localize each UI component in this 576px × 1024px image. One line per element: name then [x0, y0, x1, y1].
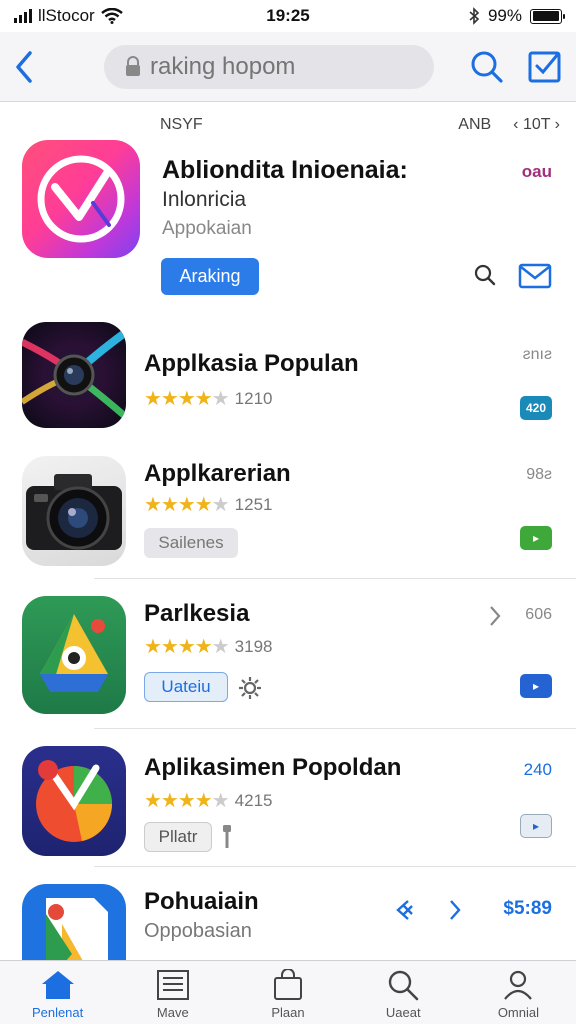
- rating-count: 3198: [234, 636, 273, 656]
- gear-icon[interactable]: [238, 676, 262, 700]
- app-action-button[interactable]: Sailenes: [144, 528, 238, 558]
- featured-get-button[interactable]: Araking: [161, 258, 259, 295]
- search-icon[interactable]: [474, 264, 496, 286]
- featured-header-mid: ANB: [458, 116, 492, 133]
- compose-icon[interactable]: [528, 50, 562, 84]
- list-item[interactable]: Applkarerian ★★★★★ 1251 Sailenes 98ƨ ▸: [0, 456, 576, 570]
- featured-app-category: Appokaian: [162, 218, 252, 239]
- drive-app-icon[interactable]: [22, 596, 126, 714]
- wifi-icon: [100, 8, 123, 24]
- pie-app-icon[interactable]: [22, 746, 126, 856]
- app-rating: ★★★★★ 1210: [144, 386, 272, 411]
- rating-count: 4215: [234, 790, 273, 810]
- search-icon: [389, 970, 419, 1001]
- divider: [94, 578, 576, 579]
- tab-label: Mave: [156, 1005, 189, 1020]
- list-item[interactable]: Parlkesia ★★★★★ 3198 Uateiu 606 ▸: [0, 596, 576, 714]
- app-action-button[interactable]: Pllatr: [144, 822, 212, 852]
- list-item[interactable]: Applkasia Populan ★★★★★ 1210 ƨnıƨ 420: [0, 322, 576, 436]
- featured-header: NSYF ANB ‹ 10T ›: [160, 116, 560, 134]
- battery-percent: 99%: [487, 6, 522, 25]
- chevron-left-icon: [16, 50, 32, 83]
- rating-count: 1210: [234, 388, 273, 408]
- chevron-right-icon[interactable]: [488, 604, 502, 628]
- clock-check-icon: [37, 155, 125, 243]
- app-subtitle: Oppobasian: [144, 920, 252, 942]
- app-title[interactable]: Parlkesia: [144, 600, 249, 628]
- wrench-icon[interactable]: [220, 824, 234, 850]
- back-button[interactable]: [14, 47, 46, 87]
- rating-stars: ★★★★★: [144, 388, 230, 410]
- app-rating: ★★★★★ 4215: [144, 788, 272, 813]
- tab-search[interactable]: Uaeat: [346, 961, 461, 1024]
- camera-app-icon[interactable]: [22, 456, 126, 566]
- status-bar: llStocor 19:25 99%: [0, 0, 576, 32]
- rating-stars: ★★★★★: [144, 790, 230, 812]
- app-badge[interactable]: 420: [520, 396, 552, 420]
- tab-label: Uaeat: [385, 1005, 421, 1020]
- tab-profile[interactable]: Omnial: [461, 961, 576, 1024]
- tab-home[interactable]: Penlenat: [0, 961, 115, 1024]
- camera-lens-app-icon[interactable]: [22, 322, 126, 428]
- mail-icon[interactable]: [518, 262, 552, 290]
- search-icon[interactable]: [470, 50, 504, 84]
- chevron-left-x-icon[interactable]: [394, 898, 416, 922]
- list-icon: [156, 970, 189, 1000]
- app-action-button[interactable]: Uateiu: [144, 672, 228, 702]
- list-item[interactable]: Aplikasimen Popoldan ★★★★★ 4215 Pllatr 2…: [0, 746, 576, 856]
- divider: [94, 728, 576, 729]
- docs-app-icon[interactable]: [22, 884, 126, 960]
- featured-app-subtitle: Inlonricia: [162, 188, 247, 211]
- home-icon: [41, 971, 74, 999]
- app-badge[interactable]: ▸: [520, 674, 552, 698]
- tab-label: Plaan: [271, 1005, 305, 1020]
- tab-label: Omnial: [497, 1005, 539, 1020]
- featured-header-left: NSYF: [160, 116, 203, 133]
- chevron-right-icon[interactable]: [448, 898, 462, 922]
- list-item[interactable]: Pohuaiain Oppobasian $5:89: [0, 884, 576, 960]
- rating-stars: ★★★★★: [144, 636, 230, 658]
- app-title[interactable]: Aplikasimen Popoldan: [144, 754, 401, 782]
- app-title[interactable]: Pohuaiain: [144, 888, 259, 916]
- tab-bag[interactable]: Plaan: [230, 961, 345, 1024]
- app-rating: ★★★★★ 3198: [144, 634, 272, 659]
- status-time: 19:25: [266, 6, 310, 25]
- rating-count: 1251: [234, 494, 273, 514]
- featured-app-icon[interactable]: [22, 140, 140, 258]
- app-price[interactable]: $5:89: [503, 898, 552, 920]
- rating-stars: ★★★★★: [144, 494, 230, 516]
- tab-list[interactable]: Mave: [115, 961, 230, 1024]
- person-icon: [504, 970, 533, 1000]
- signal-icon: [14, 9, 32, 23]
- featured-app-price: oau: [521, 162, 552, 181]
- featured-app-title[interactable]: Abliondita Inioenaia:: [162, 156, 408, 185]
- app-meta: 98ƨ: [526, 466, 552, 483]
- bluetooth-icon: [469, 7, 480, 25]
- carrier-label: llStocor: [38, 6, 95, 25]
- app-title[interactable]: Applkarerian: [144, 460, 291, 488]
- featured-header-right[interactable]: ‹ 10T ›: [513, 116, 560, 134]
- lock-icon: [126, 55, 140, 76]
- divider: [94, 866, 576, 867]
- app-title[interactable]: Applkasia Populan: [144, 350, 359, 378]
- nav-bar: [0, 32, 576, 102]
- search-bar[interactable]: [104, 44, 434, 89]
- app-meta: 240: [523, 760, 552, 779]
- app-meta: ƨnıƨ: [522, 346, 552, 363]
- app-badge[interactable]: ▸: [520, 526, 552, 550]
- app-badge[interactable]: ▸: [520, 814, 552, 838]
- search-input[interactable]: [150, 52, 390, 81]
- tab-label: Penlenat: [31, 1005, 84, 1020]
- tab-bar: Penlenat Mave Plaan Uaeat Omnial: [0, 960, 576, 1024]
- bag-icon: [274, 969, 302, 1000]
- app-meta: 606: [525, 606, 552, 623]
- battery-icon: [530, 8, 565, 24]
- app-rating: ★★★★★ 1251: [144, 492, 272, 517]
